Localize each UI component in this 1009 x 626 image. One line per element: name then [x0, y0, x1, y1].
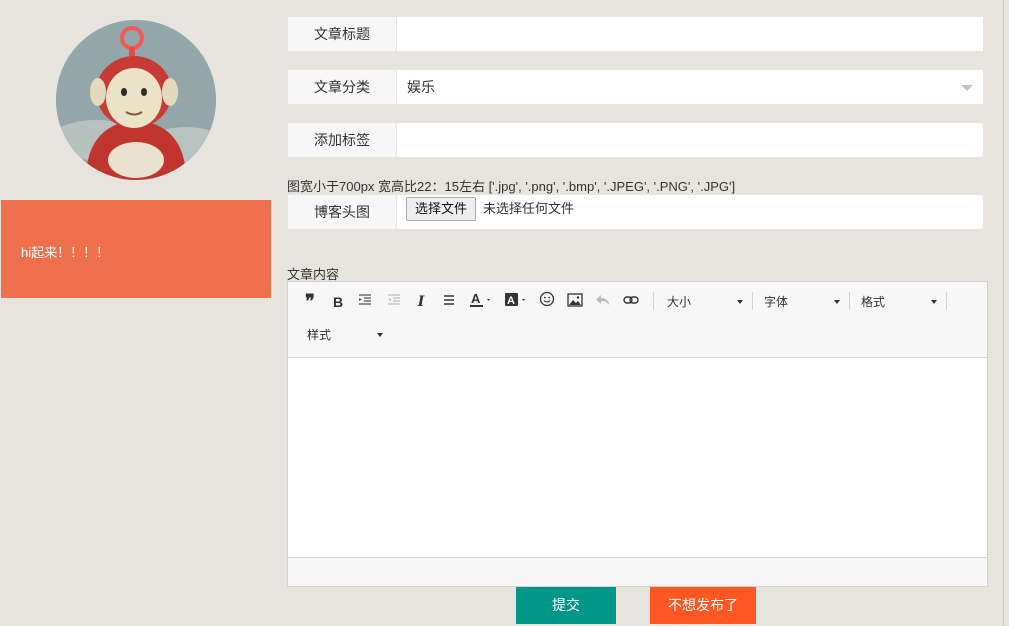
background-color-icon[interactable]: A: [503, 291, 529, 313]
indent-icon[interactable]: [354, 291, 376, 313]
file-status: 未选择任何文件: [483, 201, 575, 216]
caret-down-icon: [931, 300, 937, 304]
font-size-dropdown[interactable]: 大小: [667, 291, 743, 313]
caret-down-icon: [834, 300, 840, 304]
style-label: 样式: [307, 328, 332, 342]
link-icon[interactable]: [620, 291, 642, 313]
emoji-icon[interactable]: [536, 291, 558, 313]
page-divider: [1003, 0, 1004, 626]
image-hint: 图宽小于700px 宽高比22：15左右 ['.jpg', '.png', '.…: [287, 179, 736, 194]
welcome-text: hi起来！！！！: [21, 245, 110, 260]
image-icon[interactable]: [564, 291, 586, 313]
page: hi起来！！！！ 文章标题 文章分类 娱乐 添加标签 图宽小于700px 宽高比…: [0, 0, 1009, 626]
format-label: 格式: [861, 295, 886, 309]
tags-label: 添加标签: [288, 123, 397, 157]
toolbar-separator: [946, 292, 947, 310]
avatar: [56, 20, 216, 180]
cover-label: 博客头图: [288, 195, 397, 229]
title-input[interactable]: [397, 17, 983, 51]
style-dropdown[interactable]: 样式: [307, 324, 383, 346]
editor-toolbar: ❞ B I A A 大小 字体 格式 样式: [288, 282, 987, 358]
avatar-image: [56, 20, 216, 180]
welcome-banner: hi起来！！！！: [1, 200, 271, 298]
rich-text-editor: ❞ B I A A 大小 字体 格式 样式: [287, 281, 988, 587]
svg-text:A: A: [507, 295, 515, 307]
undo-icon[interactable]: [592, 291, 614, 313]
svg-text:A: A: [471, 291, 481, 306]
chevron-down-icon[interactable]: [961, 85, 973, 91]
title-label: 文章标题: [288, 17, 397, 51]
tags-input[interactable]: [397, 123, 983, 157]
strikethrough-icon[interactable]: [438, 291, 460, 313]
category-label: 文章分类: [288, 70, 397, 104]
category-select[interactable]: 娱乐: [397, 70, 983, 104]
submit-button[interactable]: 提交: [516, 587, 616, 624]
editor-content-area[interactable]: [288, 358, 987, 557]
bold-icon[interactable]: B: [327, 291, 349, 313]
editor-statusbar: [288, 557, 987, 586]
toolbar-separator: [653, 292, 654, 310]
tags-row: 添加标签: [287, 122, 984, 158]
toolbar-separator: [849, 292, 850, 310]
cancel-button[interactable]: 不想发布了: [650, 587, 756, 624]
outdent-icon[interactable]: [383, 291, 405, 313]
font-size-label: 大小: [667, 295, 692, 309]
quote-icon[interactable]: ❞: [299, 291, 321, 313]
toolbar-separator: [752, 292, 753, 310]
category-row: 文章分类 娱乐: [287, 69, 984, 105]
title-row: 文章标题: [287, 16, 984, 52]
choose-file-button[interactable]: 选择文件: [406, 197, 477, 221]
caret-down-icon: [377, 333, 383, 337]
font-color-icon[interactable]: A: [468, 291, 494, 313]
italic-icon[interactable]: I: [410, 291, 432, 313]
format-dropdown[interactable]: 格式: [861, 291, 937, 313]
font-family-label: 字体: [764, 295, 789, 309]
font-family-dropdown[interactable]: 字体: [764, 291, 840, 313]
cover-row: 博客头图 选择文件 未选择任何文件: [287, 194, 984, 230]
caret-down-icon: [737, 300, 743, 304]
